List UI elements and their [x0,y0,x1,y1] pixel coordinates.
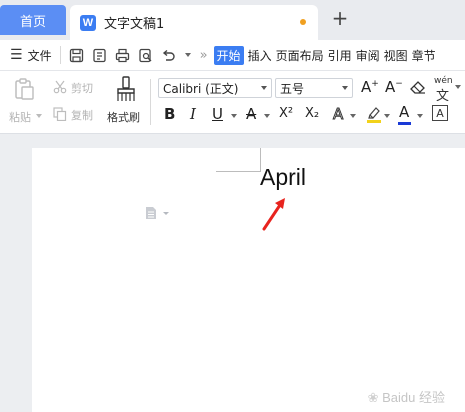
tab-view[interactable]: 视图 [384,47,408,64]
font-size-value: 五号 [280,81,305,96]
hamburger-menu-icon[interactable]: ☰ [10,47,23,63]
document-text[interactable]: April [260,164,306,191]
watermark-text: Baidu 经验 [382,390,445,405]
subscript-button[interactable]: X₂ [305,106,319,121]
tab-page-layout[interactable]: 页面布局 [276,47,324,64]
chevron-down-icon[interactable] [231,114,237,118]
clear-formatting-icon[interactable] [410,80,426,97]
tab-document[interactable]: W 文字文稿1 [70,5,318,40]
unsaved-indicator-icon [300,19,306,25]
font-name-value: Calibri (正文) [163,81,239,96]
paste-button[interactable]: 粘贴 [9,109,31,125]
margin-marker [216,171,261,172]
ribbon-toolbar: 粘贴 剪切 复制 格式刷 Calibri (正文) 五号 A+ A− wén 文… [0,71,465,134]
tab-home[interactable]: 首页 [0,5,66,35]
tab-home-ribbon[interactable]: 开始 [213,45,244,65]
underline-button[interactable]: U [212,105,223,123]
paw-logo-icon: ❀ [367,390,379,405]
annotation-arrow-icon [260,196,290,236]
divider [59,46,61,64]
chevron-down-icon[interactable] [417,114,423,118]
font-color-swatch [398,122,411,125]
phonetic-guide-icon[interactable]: 文 [436,85,449,104]
paragraph-layout-icon[interactable] [145,205,171,224]
chevron-down-icon[interactable] [350,114,356,118]
italic-button[interactable]: I [190,105,196,123]
divider [150,79,151,125]
writer-doc-icon: W [80,14,96,31]
export-pdf-icon[interactable] [92,47,108,63]
cut-icon[interactable] [53,80,67,97]
font-color-button[interactable]: A [399,103,409,121]
chevron-down-icon[interactable] [455,85,461,89]
grow-font-icon[interactable]: A+ [361,78,379,96]
document-canvas: April ❀ Baidu 经验 [0,134,465,412]
char-border-button[interactable]: A [432,105,448,121]
superscript-button[interactable]: X² [279,106,293,121]
print-icon[interactable] [115,47,131,63]
print-preview-icon[interactable] [138,47,154,63]
font-size-dropdown[interactable]: 五号 [275,78,353,98]
new-tab-button[interactable]: + [330,8,350,28]
chevron-down-icon[interactable] [384,114,390,118]
strikethrough-button[interactable]: A [246,105,256,123]
font-name-dropdown[interactable]: Calibri (正文) [158,78,272,98]
menu-row: ☰ 文件 » 开始 插入 页面布局 引用 审阅 视图 章节 [0,40,465,71]
save-icon[interactable] [69,47,85,63]
shrink-font-icon[interactable]: A− [385,78,403,96]
file-menu[interactable]: 文件 [28,47,52,64]
undo-dropdown-chevron-icon[interactable] [184,47,192,63]
tab-review[interactable]: 审阅 [356,47,380,64]
copy-button[interactable]: 复制 [71,107,93,123]
copy-icon[interactable] [53,107,67,124]
highlight-icon[interactable] [366,105,382,126]
chevron-down-icon [342,86,348,90]
tab-references[interactable]: 引用 [328,47,352,64]
format-painter-icon[interactable] [115,76,137,105]
format-painter-button[interactable]: 格式刷 [107,109,140,125]
cut-button[interactable]: 剪切 [71,80,93,96]
paste-icon[interactable] [12,77,36,104]
more-quick-access-icon[interactable]: » [200,48,208,63]
char-border-label: A [436,106,444,120]
chevron-down-icon[interactable] [264,114,270,118]
bold-button[interactable]: B [164,105,175,123]
undo-icon[interactable] [161,47,177,63]
tab-insert[interactable]: 插入 [248,47,272,64]
document-title: 文字文稿1 [104,17,165,32]
tab-section[interactable]: 章节 [412,47,436,64]
watermark: ❀ Baidu 经验 [368,387,445,406]
paste-dropdown-chevron-icon[interactable] [36,114,42,118]
chevron-down-icon [261,86,267,90]
tab-bar: 首页 W 文字文稿1 + [0,0,465,40]
wps-writer-window: 首页 W 文字文稿1 + ☰ 文件 » 开始 插入 页面布局 引用 审阅 视图 … [0,0,465,412]
text-effect-button[interactable]: A [332,105,343,124]
document-page[interactable]: April [32,148,465,412]
